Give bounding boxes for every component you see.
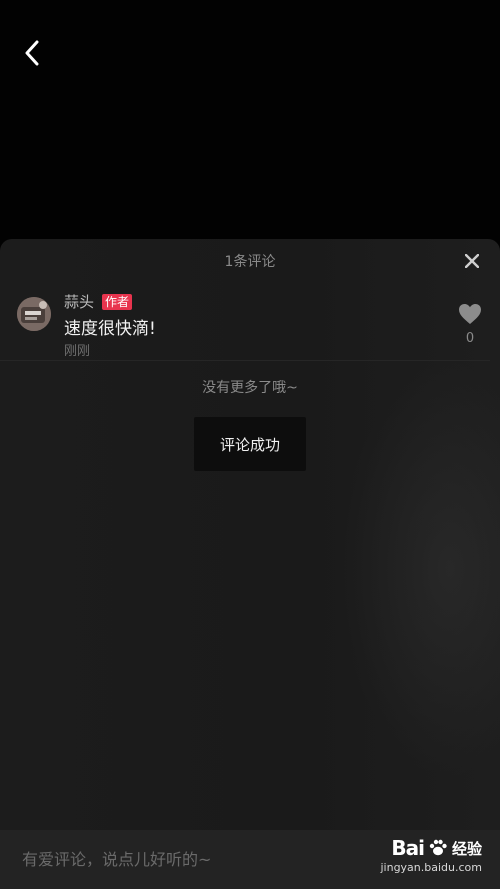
back-button[interactable]: [18, 38, 46, 68]
chevron-left-icon: [25, 40, 39, 66]
comment-input[interactable]: [22, 850, 362, 869]
heart-icon: [459, 304, 481, 324]
like-button[interactable]: 0: [456, 303, 484, 346]
comment-text: 速度很快滴!: [64, 319, 156, 339]
comment-time: 刚刚: [64, 344, 91, 359]
watermark: Bai 经验 jingyan.baidu.com: [364, 836, 482, 880]
author-name[interactable]: 蒜头: [64, 291, 94, 312]
watermark-top: Bai 经验: [391, 836, 482, 860]
watermark-label: 经验: [451, 839, 482, 858]
comment-item[interactable]: 蒜头 作者 速度很快滴! 刚刚 0: [0, 239, 490, 361]
screen: 1条评论 蒜头 作者 速度很快滴! 刚刚 0 没有更多了哦~ 评论成功 有爱评论…: [0, 0, 500, 889]
watermark-url: jingyan.baidu.com: [380, 861, 482, 874]
paw-icon: [429, 839, 447, 856]
watermark-brand: Bai: [391, 836, 425, 860]
list-end-text: 没有更多了哦~: [202, 380, 298, 396]
author-row: 蒜头 作者: [64, 291, 133, 312]
avatar-image: [17, 297, 51, 331]
author-badge: 作者: [102, 293, 133, 310]
avatar[interactable]: [17, 297, 51, 331]
like-count: 0: [465, 331, 475, 346]
success-toast: 评论成功: [194, 417, 306, 471]
